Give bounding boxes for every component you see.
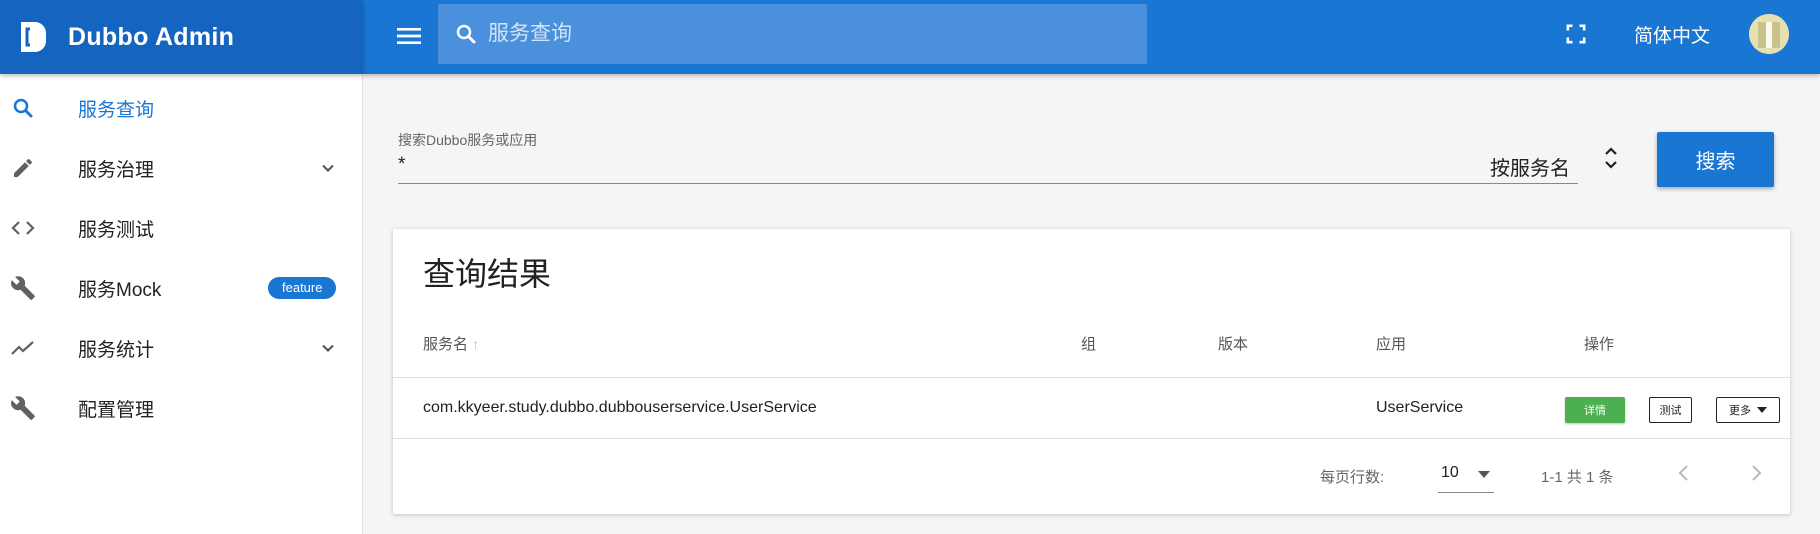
- trending-up-icon: [10, 335, 36, 361]
- sidebar-item-service-governance[interactable]: 服务治理: [0, 138, 362, 198]
- sidebar-item-service-mock[interactable]: 服务Mock feature: [0, 258, 362, 318]
- sidebar-item-service-test[interactable]: 服务测试: [0, 198, 362, 258]
- search-input-underline: [398, 183, 1578, 184]
- dubbo-logo-icon: [21, 22, 46, 52]
- column-header-group: 组: [1081, 336, 1097, 353]
- rows-per-page-select[interactable]: 10: [1438, 455, 1494, 493]
- column-header-app: 应用: [1376, 336, 1407, 353]
- rows-per-page-label: 每页行数:: [1320, 469, 1385, 486]
- sidebar-item-label: 配置管理: [78, 399, 155, 421]
- table-divider: [393, 377, 1790, 378]
- results-card: 查询结果 服务名 ↑ 组 版本 应用 操作 com.kkyeer.study.du…: [393, 229, 1790, 514]
- sidebar-item-config-management[interactable]: 配置管理: [0, 378, 362, 438]
- search-button[interactable]: 搜索: [1657, 132, 1774, 187]
- app-name-cell: UserService: [1376, 399, 1464, 416]
- service-name-cell: com.kkyeer.study.dubbo.dubbouserservice.…: [423, 399, 817, 416]
- avatar-image: [1749, 14, 1789, 54]
- global-search-input[interactable]: [488, 22, 1128, 46]
- sort-arrow-icon: ↑: [472, 336, 480, 352]
- search-input[interactable]: [398, 150, 1578, 180]
- feature-badge: feature: [268, 277, 337, 299]
- search-field-label: 搜索Dubbo服务或应用: [398, 132, 538, 148]
- sidebar-item-label: 服务测试: [78, 219, 155, 241]
- caret-down-icon: [1757, 407, 1767, 413]
- unfold-icon[interactable]: [1602, 142, 1620, 174]
- global-search: [438, 4, 1147, 64]
- app-brand: Dubbo Admin: [0, 0, 363, 74]
- sidebar-item-label: 服务查询: [78, 99, 155, 121]
- top-bar: 简体中文: [363, 0, 1820, 74]
- test-button[interactable]: 测试: [1649, 397, 1692, 423]
- table-divider: [393, 438, 1790, 439]
- search-type-select[interactable]: 按服务名: [1490, 152, 1570, 181]
- sidebar-item-label: 服务Mock: [78, 279, 162, 301]
- sidebar: 服务查询 服务治理 服务测试 服务Mock feature 服务统计 配置管理: [0, 74, 363, 534]
- sidebar-item-label: 服务治理: [78, 159, 155, 181]
- chevron-left-icon[interactable]: [1673, 461, 1695, 485]
- results-title: 查询结果: [423, 256, 552, 292]
- pencil-icon: [10, 155, 36, 181]
- fullscreen-icon[interactable]: [1562, 20, 1590, 48]
- chevron-down-icon: [322, 344, 334, 352]
- chevron-right-icon[interactable]: [1745, 461, 1767, 485]
- service-search-form: 搜索Dubbo服务或应用 按服务名 搜索: [392, 106, 1790, 192]
- more-button[interactable]: 更多: [1716, 397, 1780, 423]
- column-header-actions: 操作: [1584, 336, 1615, 353]
- dropdown-arrow-icon: [1478, 471, 1490, 478]
- sidebar-item-service-search[interactable]: 服务查询: [0, 78, 362, 138]
- sidebar-item-label: 服务统计: [78, 339, 155, 361]
- wrench-icon: [10, 395, 36, 421]
- app-title: Dubbo Admin: [68, 22, 235, 51]
- column-header-service[interactable]: 服务名 ↑: [423, 333, 479, 354]
- column-header-version: 版本: [1218, 336, 1249, 353]
- sidebar-item-service-statistics[interactable]: 服务统计: [0, 318, 362, 378]
- detail-button[interactable]: 详情: [1565, 397, 1625, 423]
- search-icon: [456, 24, 476, 44]
- avatar[interactable]: [1749, 14, 1789, 54]
- search-icon: [10, 95, 36, 121]
- chevron-down-icon: [322, 164, 334, 172]
- language-selector[interactable]: 简体中文: [1634, 21, 1710, 48]
- code-icon: [10, 215, 36, 241]
- pagination-range: 1-1 共 1 条: [1541, 469, 1614, 486]
- wrench-icon: [10, 275, 36, 301]
- menu-icon[interactable]: [393, 20, 425, 52]
